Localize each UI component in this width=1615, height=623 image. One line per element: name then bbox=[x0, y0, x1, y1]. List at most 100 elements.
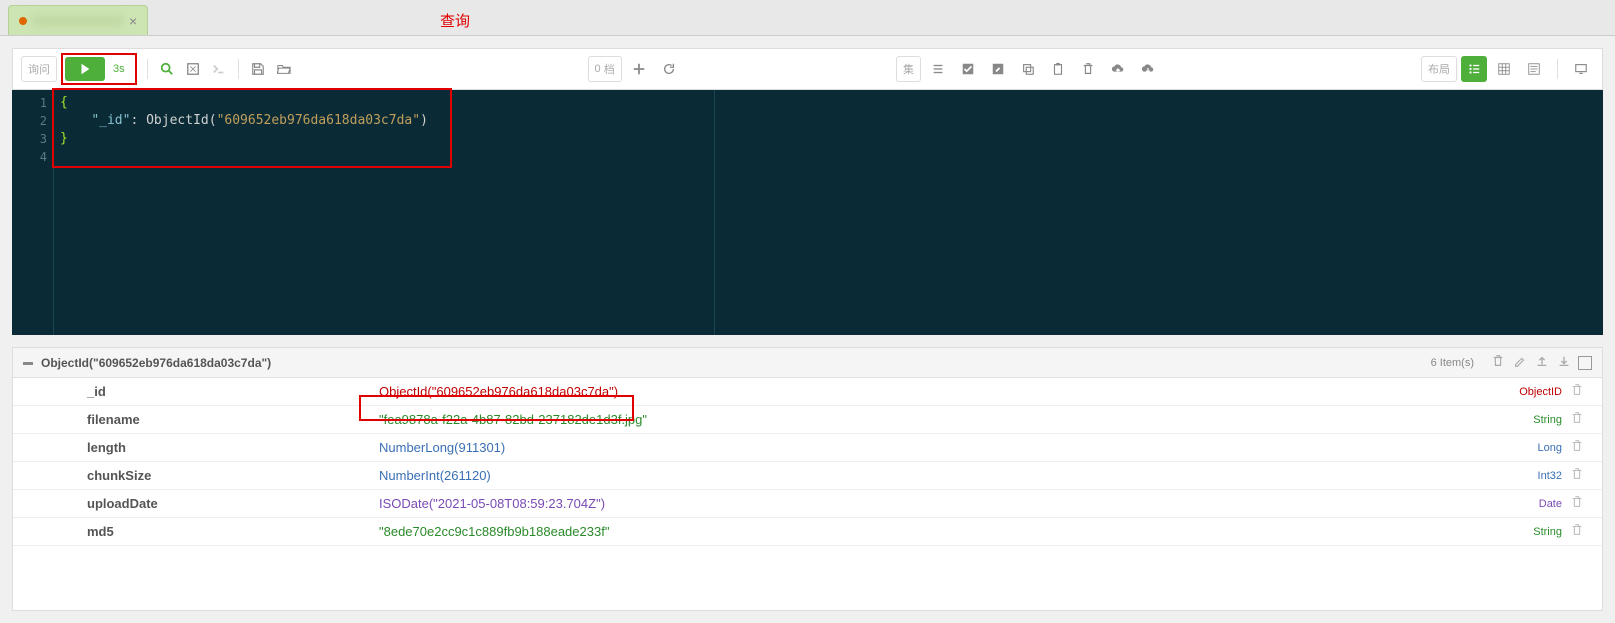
collapse-icon[interactable]: ▬ bbox=[23, 357, 33, 368]
trash-icon bbox=[1081, 62, 1095, 76]
find-button[interactable] bbox=[154, 56, 180, 82]
result-row[interactable]: md5"8ede70e2cc9c1c889fb9b188eade233f"Str… bbox=[13, 518, 1602, 546]
row-type: String bbox=[1492, 526, 1562, 538]
item-count: 6 Item(s) bbox=[1431, 357, 1474, 369]
active-tab[interactable]: × bbox=[8, 5, 148, 35]
editor-split[interactable] bbox=[714, 90, 715, 335]
view-table-button[interactable] bbox=[1491, 56, 1517, 82]
results-header: ▬ ObjectId("609652eb976da618da03c7da") 6… bbox=[13, 348, 1602, 378]
monitor-icon bbox=[1574, 62, 1588, 76]
result-header-actions bbox=[1490, 354, 1592, 371]
run-button-annotation: 3s bbox=[61, 53, 137, 85]
result-row[interactable]: chunkSizeNumberInt(261120)Int32 bbox=[13, 462, 1602, 490]
header-edit-icon[interactable] bbox=[1512, 354, 1528, 371]
cloud-down-icon bbox=[1141, 62, 1155, 76]
view-tree-button[interactable] bbox=[1461, 56, 1487, 82]
run-time-label: 3s bbox=[105, 63, 133, 75]
copy-icon bbox=[1021, 62, 1035, 76]
editor-code[interactable]: { "_id": ObjectId("609652eb976da618da03c… bbox=[54, 90, 1603, 335]
row-type: String bbox=[1492, 414, 1562, 426]
table-view-icon bbox=[1497, 62, 1511, 76]
row-value: ISODate("2021-05-08T08:59:23.704Z") bbox=[379, 496, 1492, 511]
row-key: filename bbox=[73, 412, 379, 427]
search-icon bbox=[160, 62, 174, 76]
doc-count: 0 档 bbox=[588, 56, 622, 82]
refresh-button[interactable] bbox=[656, 56, 682, 82]
row-delete-icon[interactable] bbox=[1562, 523, 1592, 540]
result-row[interactable]: _idObjectId("609652eb976da618da03c7da")O… bbox=[13, 378, 1602, 406]
row-delete-icon[interactable] bbox=[1562, 383, 1592, 400]
op-list-button[interactable] bbox=[925, 56, 951, 82]
collection-label-button[interactable]: 集 bbox=[896, 56, 921, 82]
header-delete-icon[interactable] bbox=[1490, 354, 1506, 371]
header-download-icon[interactable] bbox=[1556, 354, 1572, 371]
save-icon bbox=[251, 62, 265, 76]
row-delete-icon[interactable] bbox=[1562, 467, 1592, 484]
row-value: "8ede70e2cc9c1c889fb9b188eade233f" bbox=[379, 524, 1492, 539]
result-title: ObjectId("609652eb976da618da03c7da") bbox=[41, 356, 1423, 370]
result-row[interactable]: lengthNumberLong(911301)Long bbox=[13, 434, 1602, 462]
tab-title bbox=[33, 16, 123, 26]
check-box-icon bbox=[961, 62, 975, 76]
save-button[interactable] bbox=[245, 56, 271, 82]
folder-open-icon bbox=[277, 62, 291, 76]
row-value: "fea9878a-f22a-4b87-82bd-237182de1d3f.jp… bbox=[379, 412, 1492, 427]
tab-modified-dot bbox=[19, 17, 27, 25]
aggregate-icon bbox=[186, 62, 200, 76]
tab-close-icon[interactable]: × bbox=[129, 13, 137, 29]
clipboard-icon bbox=[1051, 62, 1065, 76]
prompt-icon bbox=[212, 62, 226, 76]
tab-bar: × 查询 bbox=[0, 0, 1615, 36]
result-ops-group: 集 bbox=[896, 56, 1161, 82]
layout-label-button[interactable]: 布局 bbox=[1421, 56, 1457, 82]
toolbar: 询问 3s 0 档 bbox=[12, 48, 1603, 90]
row-type: Int32 bbox=[1492, 470, 1562, 482]
query-editor[interactable]: 1 2 3 4 { "_id": ObjectId("609652eb976da… bbox=[12, 90, 1603, 335]
op-upload-button[interactable] bbox=[1105, 56, 1131, 82]
op-download-button[interactable] bbox=[1135, 56, 1161, 82]
row-delete-icon[interactable] bbox=[1562, 411, 1592, 428]
row-type: Date bbox=[1492, 498, 1562, 510]
row-value: NumberLong(911301) bbox=[379, 440, 1492, 455]
editor-gutter: 1 2 3 4 bbox=[12, 90, 54, 335]
row-key: _id bbox=[73, 384, 379, 399]
json-view-icon bbox=[1527, 62, 1541, 76]
row-value: NumberInt(261120) bbox=[379, 468, 1492, 483]
view-json-button[interactable] bbox=[1521, 56, 1547, 82]
add-doc-button[interactable] bbox=[626, 56, 652, 82]
run-button[interactable] bbox=[65, 57, 105, 81]
refresh-icon bbox=[662, 62, 676, 76]
op-check-button[interactable] bbox=[955, 56, 981, 82]
row-value: ObjectId("609652eb976da618da03c7da") bbox=[379, 384, 1492, 399]
tree-view-icon bbox=[1467, 62, 1481, 76]
view-switch-group: 布局 bbox=[1421, 56, 1594, 82]
aggregate-button[interactable] bbox=[180, 56, 206, 82]
header-checkbox[interactable] bbox=[1578, 356, 1592, 370]
plus-icon bbox=[632, 62, 646, 76]
row-key: md5 bbox=[73, 524, 379, 539]
paging-controls: 0 档 bbox=[588, 56, 682, 82]
op-copy-button[interactable] bbox=[1015, 56, 1041, 82]
query-label-button[interactable]: 询问 bbox=[21, 56, 57, 82]
op-delete-button[interactable] bbox=[1075, 56, 1101, 82]
console-button[interactable] bbox=[206, 56, 232, 82]
row-delete-icon[interactable] bbox=[1562, 495, 1592, 512]
cloud-up-icon bbox=[1111, 62, 1125, 76]
result-row[interactable]: filename"fea9878a-f22a-4b87-82bd-237182d… bbox=[13, 406, 1602, 434]
row-key: uploadDate bbox=[73, 496, 379, 511]
row-type: Long bbox=[1492, 442, 1562, 454]
header-upload-icon[interactable] bbox=[1534, 354, 1550, 371]
play-icon bbox=[78, 62, 92, 76]
op-paste-button[interactable] bbox=[1045, 56, 1071, 82]
row-delete-icon[interactable] bbox=[1562, 439, 1592, 456]
fullscreen-button[interactable] bbox=[1568, 56, 1594, 82]
open-button[interactable] bbox=[271, 56, 297, 82]
query-annotation-label: 查询 bbox=[440, 10, 470, 31]
result-row[interactable]: uploadDateISODate("2021-05-08T08:59:23.7… bbox=[13, 490, 1602, 518]
edit-box-icon bbox=[991, 62, 1005, 76]
results-panel: ▬ ObjectId("609652eb976da618da03c7da") 6… bbox=[12, 347, 1603, 611]
op-edit-button[interactable] bbox=[985, 56, 1011, 82]
row-key: length bbox=[73, 440, 379, 455]
row-type: ObjectID bbox=[1492, 386, 1562, 398]
row-key: chunkSize bbox=[73, 468, 379, 483]
